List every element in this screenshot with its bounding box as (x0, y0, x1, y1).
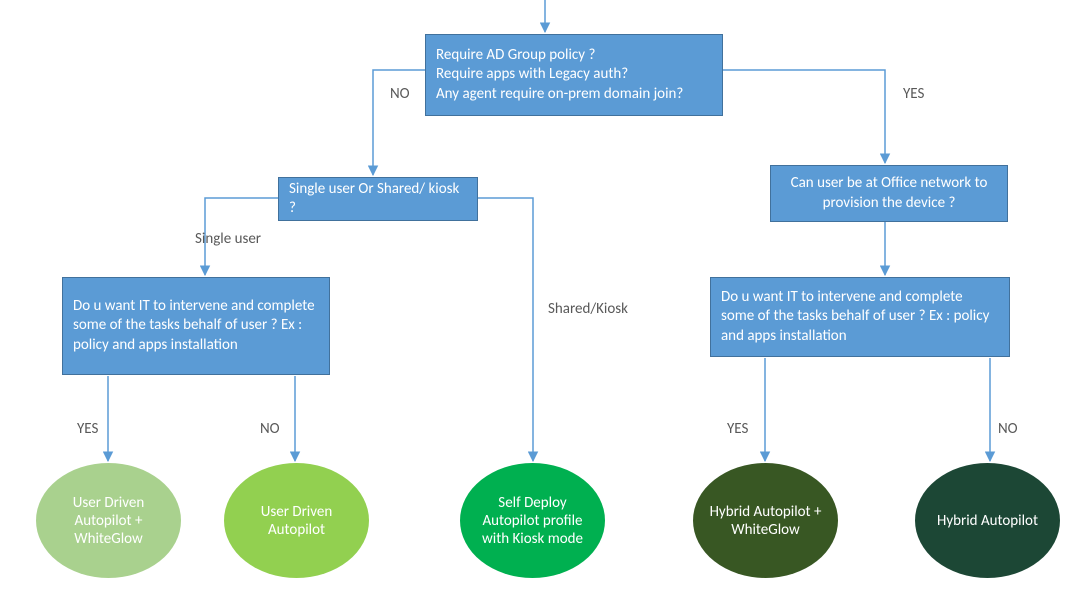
outcome-hybrid-text: Hybrid Autopilot (937, 512, 1038, 530)
label-no-top: NO (390, 85, 410, 103)
label-yes-right: YES (727, 420, 748, 438)
outcome-hybrid-whiteglow-text: Hybrid Autopilot + WhiteGlow (703, 503, 828, 539)
it-intervene-right-text: Do u want IT to intervene and complete s… (721, 288, 999, 347)
outcome-user-driven-text: User Driven Autopilot (234, 503, 359, 539)
outcome-self-deploy: Self Deploy Autopilot profile with Kiosk… (460, 463, 605, 578)
it-intervene-left-text: Do u want IT to intervene and complete s… (73, 297, 319, 356)
root-line3: Any agent require on-prem domain join? (436, 85, 683, 105)
root-line2: Require apps with Legacy auth? (436, 65, 683, 85)
outcome-self-deploy-text: Self Deploy Autopilot profile with Kiosk… (470, 494, 595, 548)
root-line1: Require AD Group policy ? (436, 46, 683, 66)
decision-it-intervene-right: Do u want IT to intervene and complete s… (710, 277, 1010, 357)
label-no-left: NO (260, 420, 280, 438)
label-shared-kiosk: Shared/Kiosk (548, 300, 628, 318)
label-no-right: NO (998, 420, 1018, 438)
decision-root: Require AD Group policy ? Require apps w… (425, 34, 723, 116)
outcome-hybrid-whiteglow: Hybrid Autopilot + WhiteGlow (693, 463, 838, 578)
label-yes-top: YES (903, 85, 924, 103)
label-single-user: Single user (195, 230, 261, 248)
decision-it-intervene-left: Do u want IT to intervene and complete s… (62, 277, 330, 375)
decision-single-shared: Single user Or Shared/ kiosk ? (278, 177, 478, 221)
outcome-hybrid: Hybrid Autopilot (915, 463, 1060, 578)
outcome-user-driven: User Driven Autopilot (224, 463, 369, 578)
outcome-user-driven-whiteglow: User Driven Autopilot + WhiteGlow (36, 463, 181, 578)
single-shared-text: Single user Or Shared/ kiosk ? (289, 180, 467, 219)
label-yes-left: YES (77, 420, 98, 438)
office-network-text: Can user be at Office network to provisi… (781, 174, 997, 213)
decision-office-network: Can user be at Office network to provisi… (770, 165, 1008, 222)
outcome-user-driven-whiteglow-text: User Driven Autopilot + WhiteGlow (46, 494, 171, 548)
